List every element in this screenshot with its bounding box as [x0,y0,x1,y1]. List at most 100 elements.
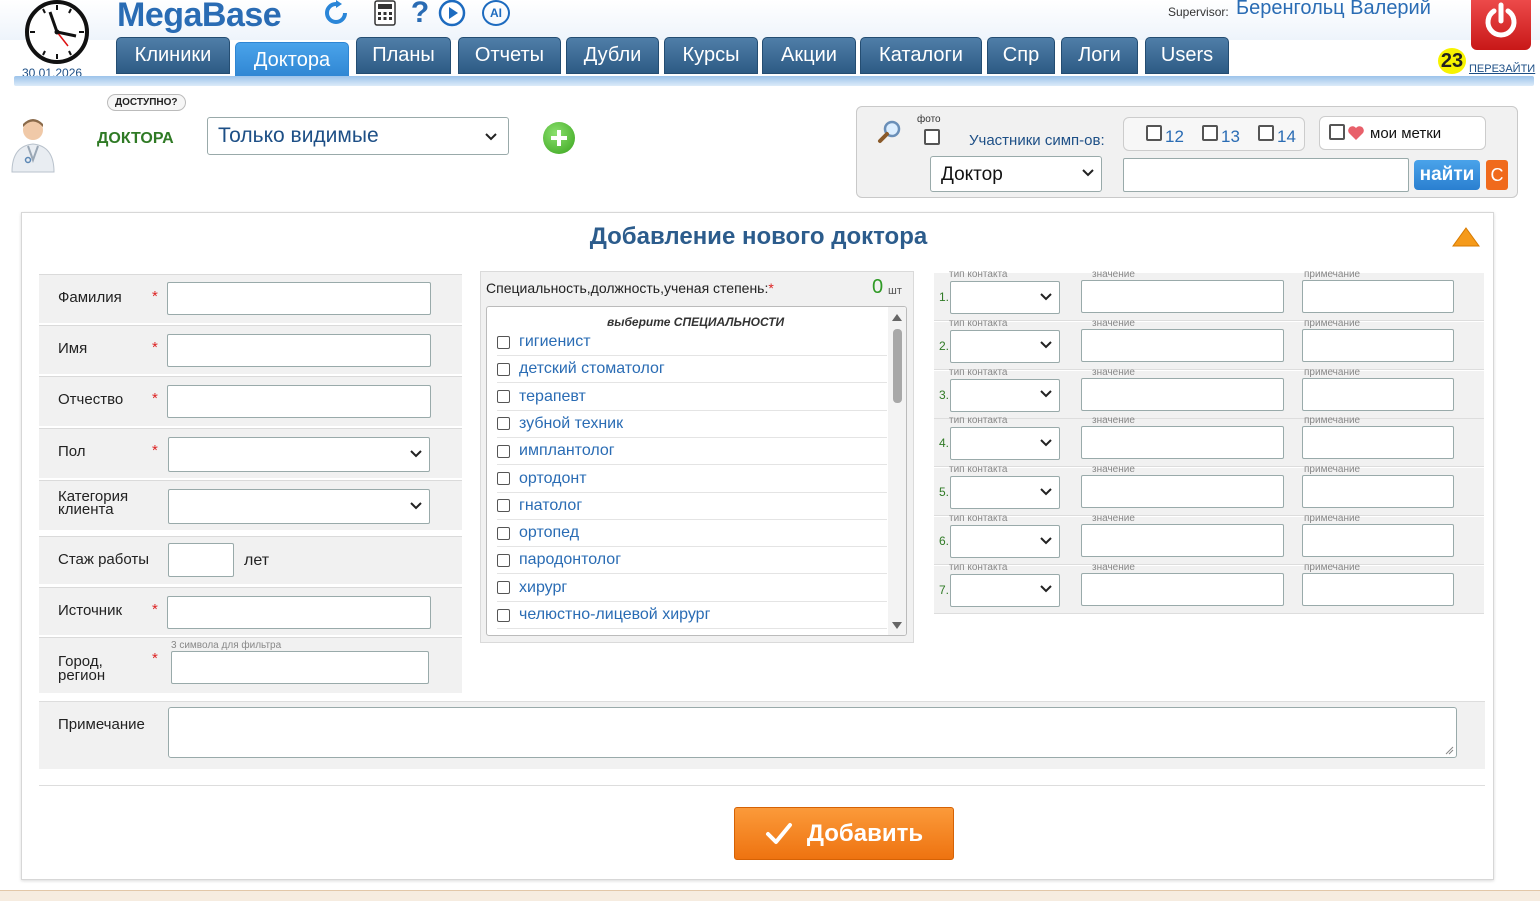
contact-row-number: 5. [939,485,950,500]
tab-8[interactable]: Спр [987,37,1055,74]
contact-note-input[interactable] [1302,475,1454,509]
specialty-checkbox[interactable] [497,362,510,376]
tab-10[interactable]: Users [1145,37,1229,74]
contact-type-select[interactable] [950,573,1060,607]
specialty-checkbox[interactable] [497,581,510,595]
contact-value-input[interactable] [1081,572,1284,606]
tab-5[interactable]: Курсы [664,37,758,74]
photo-label: фото [917,114,941,125]
first-name-input[interactable] [167,334,431,367]
specialty-item[interactable]: ортодонт [497,466,887,493]
available-badge[interactable]: ДОСТУПНО? [107,94,186,111]
specialty-checkbox[interactable] [497,390,510,404]
note-textarea[interactable] [168,707,1457,758]
specialty-scrollbar[interactable] [888,307,906,635]
category-select[interactable] [168,489,430,524]
refresh-icon[interactable] [323,0,349,26]
tab-3[interactable]: Отчеты [458,37,561,74]
collapse-arrow-icon[interactable] [1451,226,1481,255]
specialty-item[interactable]: хирург [497,575,887,602]
specialty-item[interactable]: гнатолог [497,493,887,520]
specialty-item[interactable]: имплантолог [497,438,887,466]
photo-checkbox[interactable] [924,129,940,145]
contact-note-input[interactable] [1302,280,1454,313]
source-input[interactable] [167,596,431,629]
specialty-item[interactable]: терапевт [497,384,887,411]
contact-type-select[interactable] [950,427,1060,461]
specialty-checkbox[interactable] [497,417,510,431]
last-name-input[interactable] [167,282,431,315]
contact-row: тип контакта значение примечание 3. [934,367,1484,419]
specialty-checkbox[interactable] [497,553,510,567]
calculator-icon[interactable] [374,0,396,26]
tab-0[interactable]: Клиники [116,37,230,74]
tab-7[interactable]: Каталоги [860,37,982,74]
tab-6[interactable]: Акции [762,37,856,74]
contact-note-input[interactable] [1302,377,1454,411]
ai-icon[interactable]: AI [482,0,510,26]
specialty-item[interactable]: гигиенист [497,329,887,356]
clear-button[interactable]: С [1486,160,1508,190]
contact-type-select[interactable] [950,476,1060,510]
contact-note-label: примечание [1304,269,1361,280]
search-type-select[interactable]: Доктор [930,156,1102,192]
contact-type-select[interactable] [950,378,1060,412]
power-icon[interactable] [1471,0,1531,50]
contact-note-input[interactable] [1302,524,1454,557]
play-icon[interactable] [438,0,466,27]
specialty-checkbox[interactable] [497,335,510,349]
specialty-checkbox[interactable] [497,472,510,485]
contact-value-label: значение [1092,317,1135,329]
visibility-select-value: Только видимые [218,124,379,147]
specialty-item[interactable]: зубной техник [497,411,887,438]
find-button[interactable]: найти [1414,160,1480,190]
contact-type-select[interactable] [950,525,1060,558]
specialty-checkbox[interactable] [497,499,510,513]
tab-1[interactable]: Доктора [235,42,349,78]
my-tags-checkbox[interactable] [1329,124,1345,140]
contact-value-input[interactable] [1081,328,1284,362]
middle-name-input[interactable] [167,385,431,418]
gender-select[interactable] [168,437,430,472]
supervisor-label: Supervisor: [1168,5,1229,19]
add-button[interactable]: Добавить [734,807,954,860]
help-icon[interactable]: ? [409,0,431,29]
specialty-item[interactable]: ортопед [497,520,887,548]
specialty-list[interactable]: выберите СПЕЦИАЛЬНОСТИ гигиенист детский … [486,306,907,636]
specialty-item[interactable]: детский стоматолог [497,356,887,384]
tab-2[interactable]: Планы [356,37,451,74]
contact-value-input[interactable] [1081,280,1284,313]
specialty-item[interactable]: пародонтолог [497,547,887,575]
search-input[interactable] [1123,158,1409,192]
specialty-checkbox[interactable] [497,608,510,622]
tab-4[interactable]: Дубли [566,37,659,74]
required-mark: * [152,390,158,407]
contact-note-input[interactable] [1302,426,1454,460]
my-tags-group[interactable]: мои метки [1319,116,1486,150]
search-icon[interactable] [877,119,903,150]
city-input[interactable] [171,651,429,684]
year-checkbox-14[interactable] [1258,125,1274,141]
scrollbar-thumb[interactable] [893,329,902,403]
experience-label: Стаж работы [58,551,150,568]
contact-type-select[interactable] [950,281,1060,314]
tab-9[interactable]: Логи [1061,37,1138,74]
specialty-checkbox[interactable] [497,526,510,540]
specialty-checkbox[interactable] [497,444,510,458]
year-checkbox-13[interactable] [1202,125,1218,141]
contact-value-input[interactable] [1081,524,1284,557]
visibility-select[interactable]: Только видимые [207,117,509,155]
specialty-item[interactable]: челюстно-лицевой хирург [497,602,887,629]
specialty-panel: Специальность,должность,ученая степень:*… [480,271,914,643]
contact-note-input[interactable] [1302,572,1454,606]
contact-note-input[interactable] [1302,328,1454,362]
add-doctor-icon[interactable] [543,122,575,154]
year-checkbox-12[interactable] [1146,125,1162,141]
contact-value-input[interactable] [1081,475,1284,509]
experience-input[interactable] [168,543,234,577]
contact-type-select[interactable] [950,329,1060,363]
contact-value-input[interactable] [1081,377,1284,411]
city-hint: 3 символа для фильтра [171,640,282,651]
relogin-link[interactable]: ПЕРЕЗАЙТИ [1469,63,1535,75]
contact-value-input[interactable] [1081,426,1284,460]
